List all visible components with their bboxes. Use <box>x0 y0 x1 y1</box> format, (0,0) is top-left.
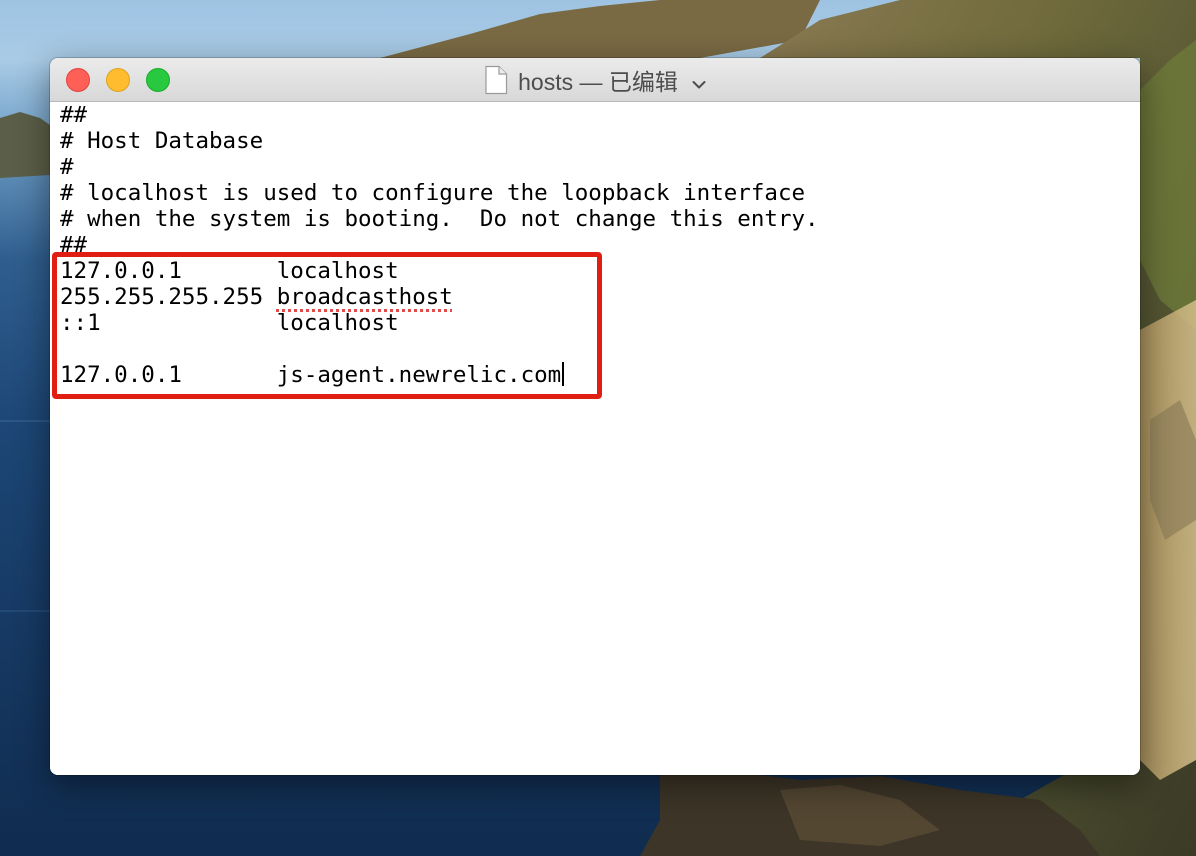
title-bar[interactable]: hosts — 已编辑 <box>50 58 1140 102</box>
text-line-2: # Host Database <box>60 128 264 154</box>
textedit-window: hosts — 已编辑 ## # Host Database # # local… <box>50 58 1140 775</box>
minimize-button[interactable] <box>106 68 130 92</box>
title-menu[interactable]: hosts — 已编辑 <box>484 63 706 97</box>
misspelled-word[interactable]: broadcasthost <box>277 284 453 310</box>
close-button[interactable] <box>66 68 90 92</box>
text-line-1: ## <box>60 102 88 128</box>
zoom-button[interactable] <box>146 68 170 92</box>
text-line-5: # when the system is booting. Do not cha… <box>60 206 819 232</box>
window-title: hosts — 已编辑 <box>518 68 678 95</box>
chevron-down-icon[interactable] <box>692 75 706 88</box>
text-editor[interactable]: ## # Host Database # # localhost is used… <box>50 102 1140 775</box>
text-line-11: 127.0.0.1 js-agent.newrelic.com <box>60 362 819 388</box>
title-group: hosts — 已编辑 <box>50 58 1140 101</box>
document-icon <box>484 65 508 95</box>
text-line-10 <box>60 336 819 362</box>
text-line-3: # <box>60 154 74 180</box>
text-caret <box>562 362 565 386</box>
text-line-7: 127.0.0.1 localhost <box>60 258 399 284</box>
text-line-6: ## <box>60 232 88 258</box>
last-line-text: 127.0.0.1 js-agent.newrelic.com <box>60 362 562 388</box>
hosts-file-content[interactable]: ## # Host Database # # localhost is used… <box>60 102 819 388</box>
text-line-4: # localhost is used to configure the loo… <box>60 180 806 206</box>
text-line-9: ::1 localhost <box>60 310 399 336</box>
text-line-8: 255.255.255.255 broadcasthost <box>60 284 819 310</box>
ip-address: 255.255.255.255 <box>60 284 277 310</box>
